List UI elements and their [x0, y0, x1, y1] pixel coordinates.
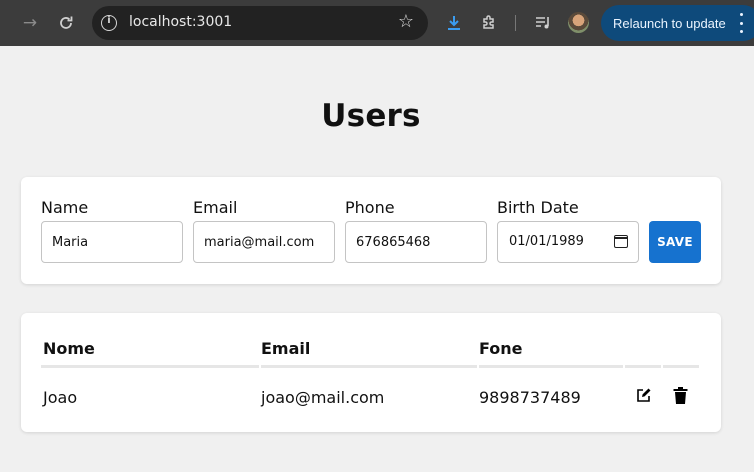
- header-rule: [41, 365, 259, 368]
- header-rule: [663, 365, 699, 368]
- birth-date-field-group: Birth Date 01/01/1989: [497, 199, 639, 263]
- address-bar[interactable]: localhost:3001 ☆: [92, 6, 428, 40]
- download-icon[interactable]: [443, 12, 465, 34]
- birth-date-value: 01/01/1989: [509, 234, 584, 249]
- phone-field-group: Phone: [345, 199, 487, 263]
- toolbar-divider: [515, 15, 516, 31]
- header-rule: [261, 365, 477, 368]
- name-input[interactable]: [41, 221, 183, 263]
- phone-input[interactable]: [345, 221, 487, 263]
- phone-label: Phone: [345, 198, 395, 217]
- forward-arrow-icon[interactable]: →: [18, 11, 42, 35]
- column-header-email: Email: [261, 339, 311, 358]
- address-url[interactable]: localhost:3001: [129, 14, 232, 30]
- cell-email: joao@mail.com: [261, 388, 385, 407]
- page-title: Users: [321, 98, 421, 134]
- site-info-icon[interactable]: [101, 15, 117, 31]
- profile-avatar[interactable]: [568, 12, 589, 33]
- email-label: Email: [193, 198, 238, 217]
- save-button[interactable]: SAVE: [649, 221, 701, 263]
- header-rule: [625, 365, 661, 368]
- birth-date-input[interactable]: 01/01/1989: [497, 221, 639, 263]
- calendar-icon[interactable]: [614, 235, 628, 248]
- extensions-puzzle-icon[interactable]: [478, 12, 500, 34]
- column-header-fone: Fone: [479, 339, 523, 358]
- relaunch-label: Relaunch to update: [613, 15, 726, 31]
- edit-icon[interactable]: [633, 385, 653, 405]
- trash-icon[interactable]: [670, 385, 690, 405]
- header-rule: [479, 365, 623, 368]
- reload-icon[interactable]: [54, 11, 78, 35]
- column-header-nome: Nome: [43, 339, 95, 358]
- media-playlist-icon[interactable]: [532, 12, 554, 34]
- name-label: Name: [41, 198, 89, 217]
- birth-date-label: Birth Date: [497, 198, 579, 217]
- email-input[interactable]: [193, 221, 335, 263]
- name-field-group: Name: [41, 199, 183, 263]
- browser-toolbar: → localhost:3001 ☆ Relaunch to update: [0, 0, 754, 46]
- users-table-card: Nome Email Fone Joao joao@mail.com 98987…: [21, 313, 721, 432]
- user-form-card: Name Email Phone Birth Date 01/01/1989 S…: [21, 177, 721, 284]
- cell-fone: 9898737489: [479, 388, 581, 407]
- email-field-group: Email: [193, 199, 335, 263]
- more-menu-icon[interactable]: [738, 13, 744, 33]
- bookmark-star-icon[interactable]: ☆: [398, 11, 414, 32]
- relaunch-to-update-button[interactable]: Relaunch to update: [601, 5, 754, 41]
- cell-nome: Joao: [43, 388, 78, 407]
